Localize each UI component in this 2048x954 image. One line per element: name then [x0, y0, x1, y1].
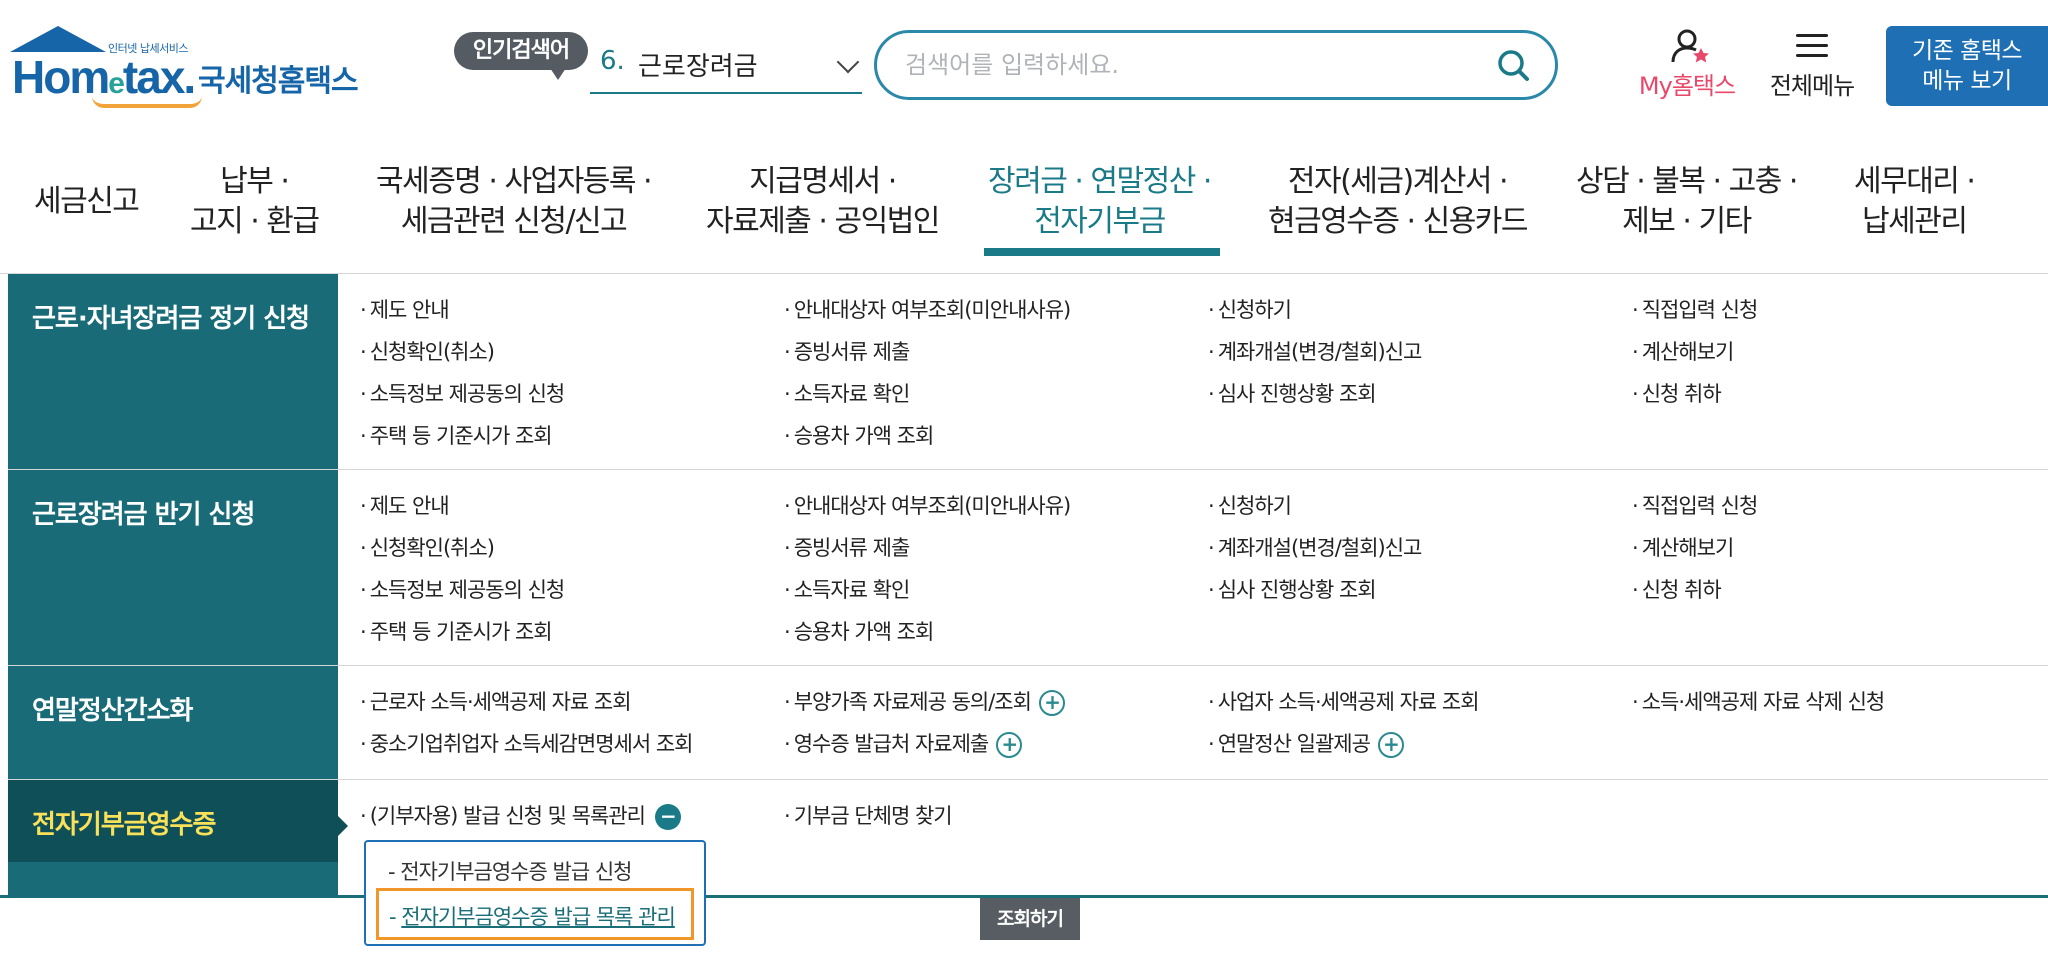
- menu-link[interactable]: 직접입력 신청: [1632, 294, 1759, 324]
- menu-link[interactable]: 기부금 단체명 찾기: [784, 800, 953, 830]
- section-regular-incentive: 근로·자녀장려금 정기 신청 제도 안내 안내대상자 여부조회(미안내사유) 신…: [8, 274, 2048, 470]
- menu-link[interactable]: 신청하기: [1208, 294, 1292, 324]
- section-title[interactable]: 근로장려금 반기 신청: [8, 470, 338, 665]
- old-hometax-line2: 메뉴 보기: [1922, 68, 2012, 94]
- all-menu-button[interactable]: 전체메뉴: [1762, 28, 1862, 100]
- gnb-incentive-yearend[interactable]: 장려금 · 연말정산 · 전자기부금: [988, 162, 1212, 242]
- gnb-active-indicator: [984, 248, 1220, 256]
- donation-submenu: - 전자기부금영수증 발급 신청 - 전자기부금영수증 발급 목록 관리: [364, 840, 706, 946]
- section-title[interactable]: 근로·자녀장려금 정기 신청: [8, 274, 338, 469]
- menu-link[interactable]: 제도 안내: [360, 490, 450, 520]
- plus-icon[interactable]: +: [1038, 690, 1065, 716]
- menu-link-expandable[interactable]: 영수증 발급처 자료제출+: [784, 728, 1023, 758]
- minus-icon[interactable]: −: [654, 804, 681, 830]
- menu-link[interactable]: 신청하기: [1208, 490, 1292, 520]
- menu-link[interactable]: 직접입력 신청: [1632, 490, 1759, 520]
- menu-link-expanded[interactable]: (기부자용) 발급 신청 및 목록관리−: [360, 800, 681, 830]
- plus-icon[interactable]: +: [996, 732, 1023, 758]
- all-menu-label: 전체메뉴: [1769, 72, 1855, 100]
- menu-link[interactable]: 소득자료 확인: [784, 378, 911, 408]
- menu-link[interactable]: 안내대상자 여부조회(미안내사유): [784, 490, 1072, 520]
- popular-search-badge: 인기검색어: [454, 32, 588, 80]
- query-button[interactable]: 조회하기: [980, 898, 1080, 940]
- menu-link[interactable]: 소득정보 제공동의 신청: [360, 574, 566, 604]
- menu-link[interactable]: 심사 진행상황 조회: [1208, 378, 1377, 408]
- logo-swoosh: [92, 96, 202, 108]
- section-yearend-simplified: 연말정산간소화 근로자 소득·세액공제 자료 조회 부양가족 자료제공 동의/조…: [8, 666, 2048, 780]
- menu-link[interactable]: 증빙서류 제출: [784, 532, 911, 562]
- menu-link[interactable]: 승용차 가액 조회: [784, 616, 935, 646]
- main-navigation: 세금신고 납부 · 고지 · 환급 국세증명 · 사업자등록 · 세금관련 신청/신…: [0, 140, 2048, 274]
- menu-link[interactable]: 제도 안내: [360, 294, 450, 324]
- logo-korean: 국세청홈택스: [198, 64, 359, 99]
- menu-link[interactable]: 계좌개설(변경/철회)신고: [1208, 336, 1423, 366]
- menu-link[interactable]: 사업자 소득·세액공제 자료 조회: [1208, 686, 1480, 716]
- menu-link[interactable]: 근로자 소득·세액공제 자료 조회: [360, 686, 632, 716]
- search-box: [874, 30, 1558, 100]
- gnb-consult[interactable]: 상담 · 불복 · 고충 · 제보 · 기타: [1576, 162, 1798, 242]
- menu-link[interactable]: 소득자료 확인: [784, 574, 911, 604]
- menu-link-expandable[interactable]: 부양가족 자료제공 동의/조회+: [784, 686, 1065, 716]
- popular-keyword-rank: 6.: [600, 46, 625, 76]
- popular-keyword-dropdown[interactable]: 6. 근로장려금: [590, 40, 862, 94]
- hometax-logo[interactable]: 인터넷 납세서비스 Hometax. 국세청홈택스: [8, 26, 359, 110]
- section-half-year-incentive: 근로장려금 반기 신청 제도 안내 안내대상자 여부조회(미안내사유) 신청하기…: [8, 470, 2048, 666]
- search-input[interactable]: [905, 45, 1465, 85]
- my-hometax-label: My홈택스: [1638, 72, 1736, 100]
- menu-link[interactable]: 중소기업취업자 소득세감면명세서 조회: [360, 728, 694, 758]
- menu-link[interactable]: 증빙서류 제출: [784, 336, 911, 366]
- menu-link[interactable]: 계좌개설(변경/철회)신고: [1208, 532, 1423, 562]
- hamburger-icon: [1796, 34, 1828, 58]
- menu-link[interactable]: 안내대상자 여부조회(미안내사유): [784, 294, 1072, 324]
- menu-link-expandable[interactable]: 연말정산 일괄제공+: [1208, 728, 1404, 758]
- menu-link[interactable]: 심사 진행상황 조회: [1208, 574, 1377, 604]
- menu-link[interactable]: 소득정보 제공동의 신청: [360, 378, 566, 408]
- gnb-tax-report[interactable]: 세금신고: [34, 182, 140, 222]
- old-hometax-line1: 기존 홈택스: [1911, 38, 2023, 64]
- header: 인터넷 납세서비스 Hometax. 국세청홈택스 인기검색어 6. 근로장려금…: [0, 0, 2048, 130]
- section-e-donation-receipt: 전자기부금영수증 (기부자용) 발급 신청 및 목록관리− 기부금 단체명 찾기: [8, 780, 2048, 898]
- user-star-icon: [1671, 29, 1709, 63]
- menu-link[interactable]: 주택 등 기준시가 조회: [360, 420, 553, 450]
- menu-link[interactable]: 계산해보기: [1632, 336, 1735, 366]
- mega-menu: 근로·자녀장려금 정기 신청 제도 안내 안내대상자 여부조회(미안내사유) 신…: [0, 274, 2048, 898]
- logo-roof-shape: [10, 26, 106, 52]
- plus-icon[interactable]: +: [1377, 732, 1404, 758]
- gnb-e-invoice[interactable]: 전자(세금)계산서 · 현금영수증 · 신용카드: [1268, 162, 1529, 242]
- gnb-tax-agent[interactable]: 세무대리 · 납세관리: [1854, 162, 1976, 242]
- gnb-certificates[interactable]: 국세증명 · 사업자등록 · 세금관련 신청/신고: [376, 162, 653, 242]
- menu-link[interactable]: 주택 등 기준시가 조회: [360, 616, 553, 646]
- popular-keyword-text: 근로장려금: [638, 52, 758, 82]
- menu-link[interactable]: 승용차 가액 조회: [784, 420, 935, 450]
- menu-link[interactable]: 신청 취하: [1632, 378, 1722, 408]
- gnb-statements[interactable]: 지급명세서 · 자료제출 · 공익법인: [706, 162, 940, 242]
- menu-link[interactable]: 소득·세액공제 자료 삭제 신청: [1632, 686, 1886, 716]
- menu-link[interactable]: 신청확인(취소): [360, 532, 495, 562]
- menu-link[interactable]: 신청확인(취소): [360, 336, 495, 366]
- section-title[interactable]: 전자기부금영수증: [8, 780, 348, 862]
- menu-link[interactable]: 신청 취하: [1632, 574, 1722, 604]
- gnb-payment[interactable]: 납부 · 고지 · 환급: [190, 162, 320, 242]
- old-hometax-menu-button[interactable]: 기존 홈택스 메뉴 보기: [1886, 26, 2048, 106]
- menu-link[interactable]: 계산해보기: [1632, 532, 1735, 562]
- section-title[interactable]: 연말정산간소화: [8, 666, 338, 779]
- my-hometax-button[interactable]: My홈택스: [1628, 28, 1746, 100]
- chevron-down-icon: [836, 50, 860, 74]
- submenu-item-highlighted[interactable]: - 전자기부금영수증 발급 목록 관리: [376, 888, 694, 940]
- section-title-extension: [8, 862, 338, 898]
- search-icon[interactable]: [1495, 47, 1531, 83]
- submenu-item[interactable]: - 전자기부금영수증 발급 신청: [388, 856, 632, 886]
